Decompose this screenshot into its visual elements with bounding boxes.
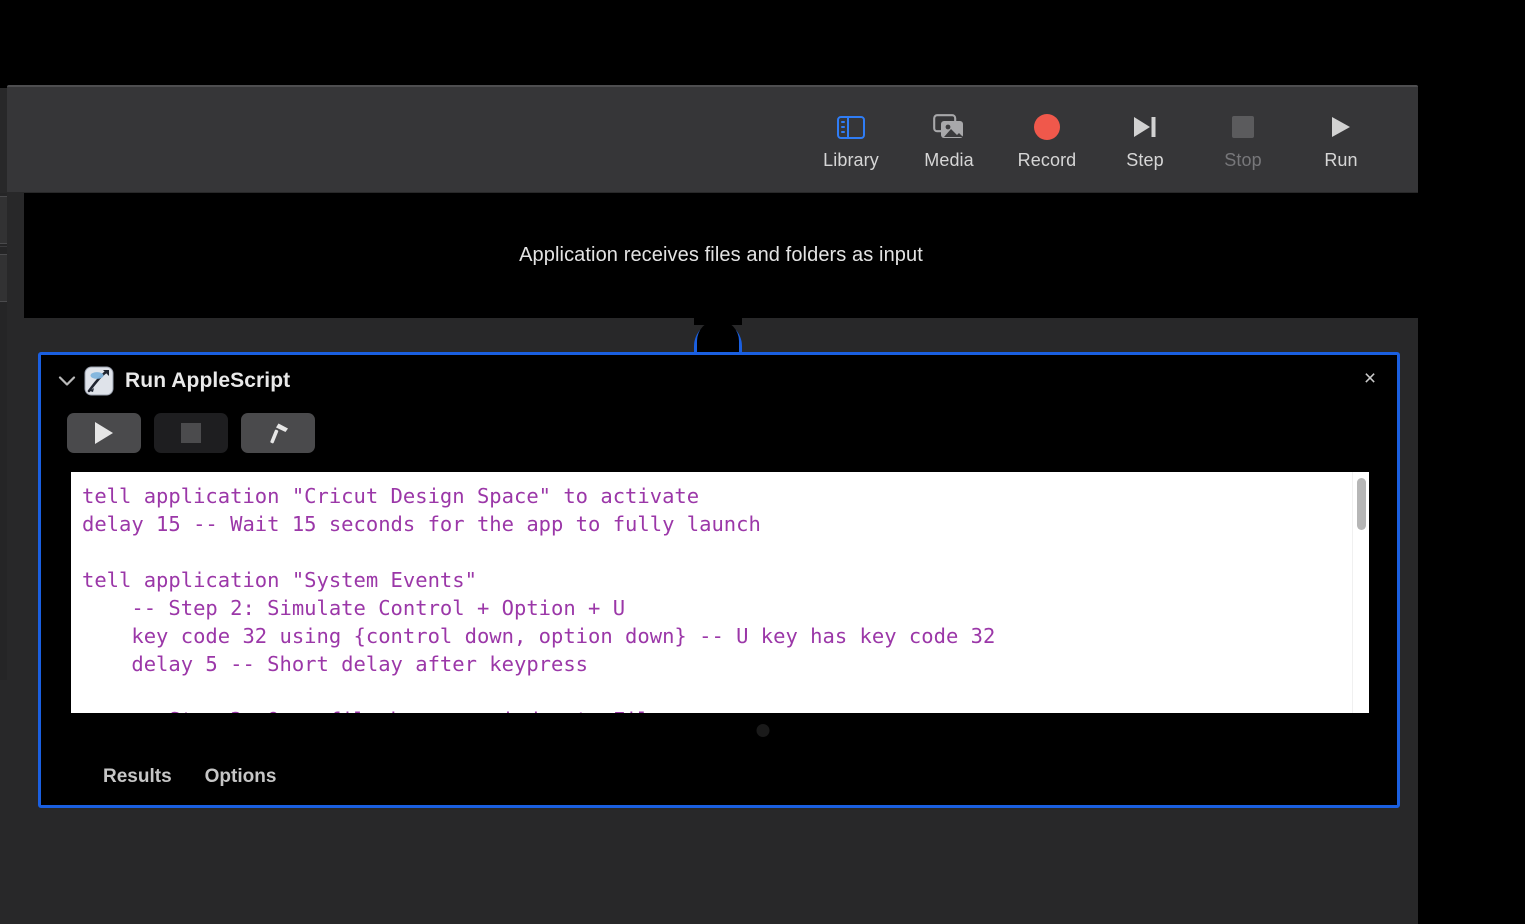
toolbar-button-library[interactable]: Library [802,87,900,171]
toolbar-label-run: Run [1324,150,1358,170]
media-photos-icon [900,110,998,144]
library-sidebar-icon [802,110,900,144]
toolbar-button-record[interactable]: Record [998,87,1096,171]
workflow-input-text: Application receives files and folders a… [519,244,923,266]
toolbar-label-library: Library [823,150,879,170]
chevron-down-icon[interactable] [56,370,78,392]
script-scrollbar-thumb[interactable] [1356,478,1366,530]
toolbar-label-media: Media [924,150,974,170]
record-circle-icon [998,110,1096,144]
toolbar-button-stop[interactable]: Stop [1194,87,1292,171]
script-scrollbar[interactable] [1352,472,1369,713]
toolbar-button-media[interactable]: Media [900,87,998,171]
action-card-run-applescript[interactable]: Run AppleScript × tell application "Cric… [38,352,1400,808]
action-header: Run AppleScript × [41,355,1397,407]
stop-icon [181,423,201,443]
hammer-icon [270,423,288,444]
script-compile-button[interactable] [241,413,315,453]
tab-options[interactable]: Options [205,766,277,788]
connector-notch-fill [697,320,739,354]
tab-results[interactable]: Results [103,766,172,788]
toolbar-label-stop: Stop [1224,150,1262,170]
workflow-input-banner: Application receives files and folders a… [24,193,1418,318]
script-run-button[interactable] [67,413,141,453]
script-source[interactable]: tell application "Cricut Design Space" t… [71,472,1369,713]
script-toolbar [41,407,1397,453]
toolbar-label-record: Record [1017,150,1077,170]
applescript-editor-icon [84,366,114,396]
toolbar-button-step[interactable]: Step [1096,87,1194,171]
close-icon[interactable]: × [1357,366,1383,392]
script-stop-button[interactable] [154,413,228,453]
run-play-icon [1292,110,1390,144]
play-icon [95,422,113,444]
action-title: Run AppleScript [125,369,291,392]
automator-toolbar: Library Media Record Step Stop Run [7,87,1418,192]
action-bottom-tabs: Results Options [41,749,1397,805]
editor-resize-handle[interactable] [756,724,769,737]
screen: Library Media Record Step Stop Run Appli… [0,0,1525,924]
step-forward-icon [1096,110,1194,144]
toolbar-button-run[interactable]: Run [1292,87,1390,171]
script-editor[interactable]: tell application "Cricut Design Space" t… [71,472,1369,713]
toolbar-label-step: Step [1126,150,1164,170]
stop-square-icon [1194,110,1292,144]
